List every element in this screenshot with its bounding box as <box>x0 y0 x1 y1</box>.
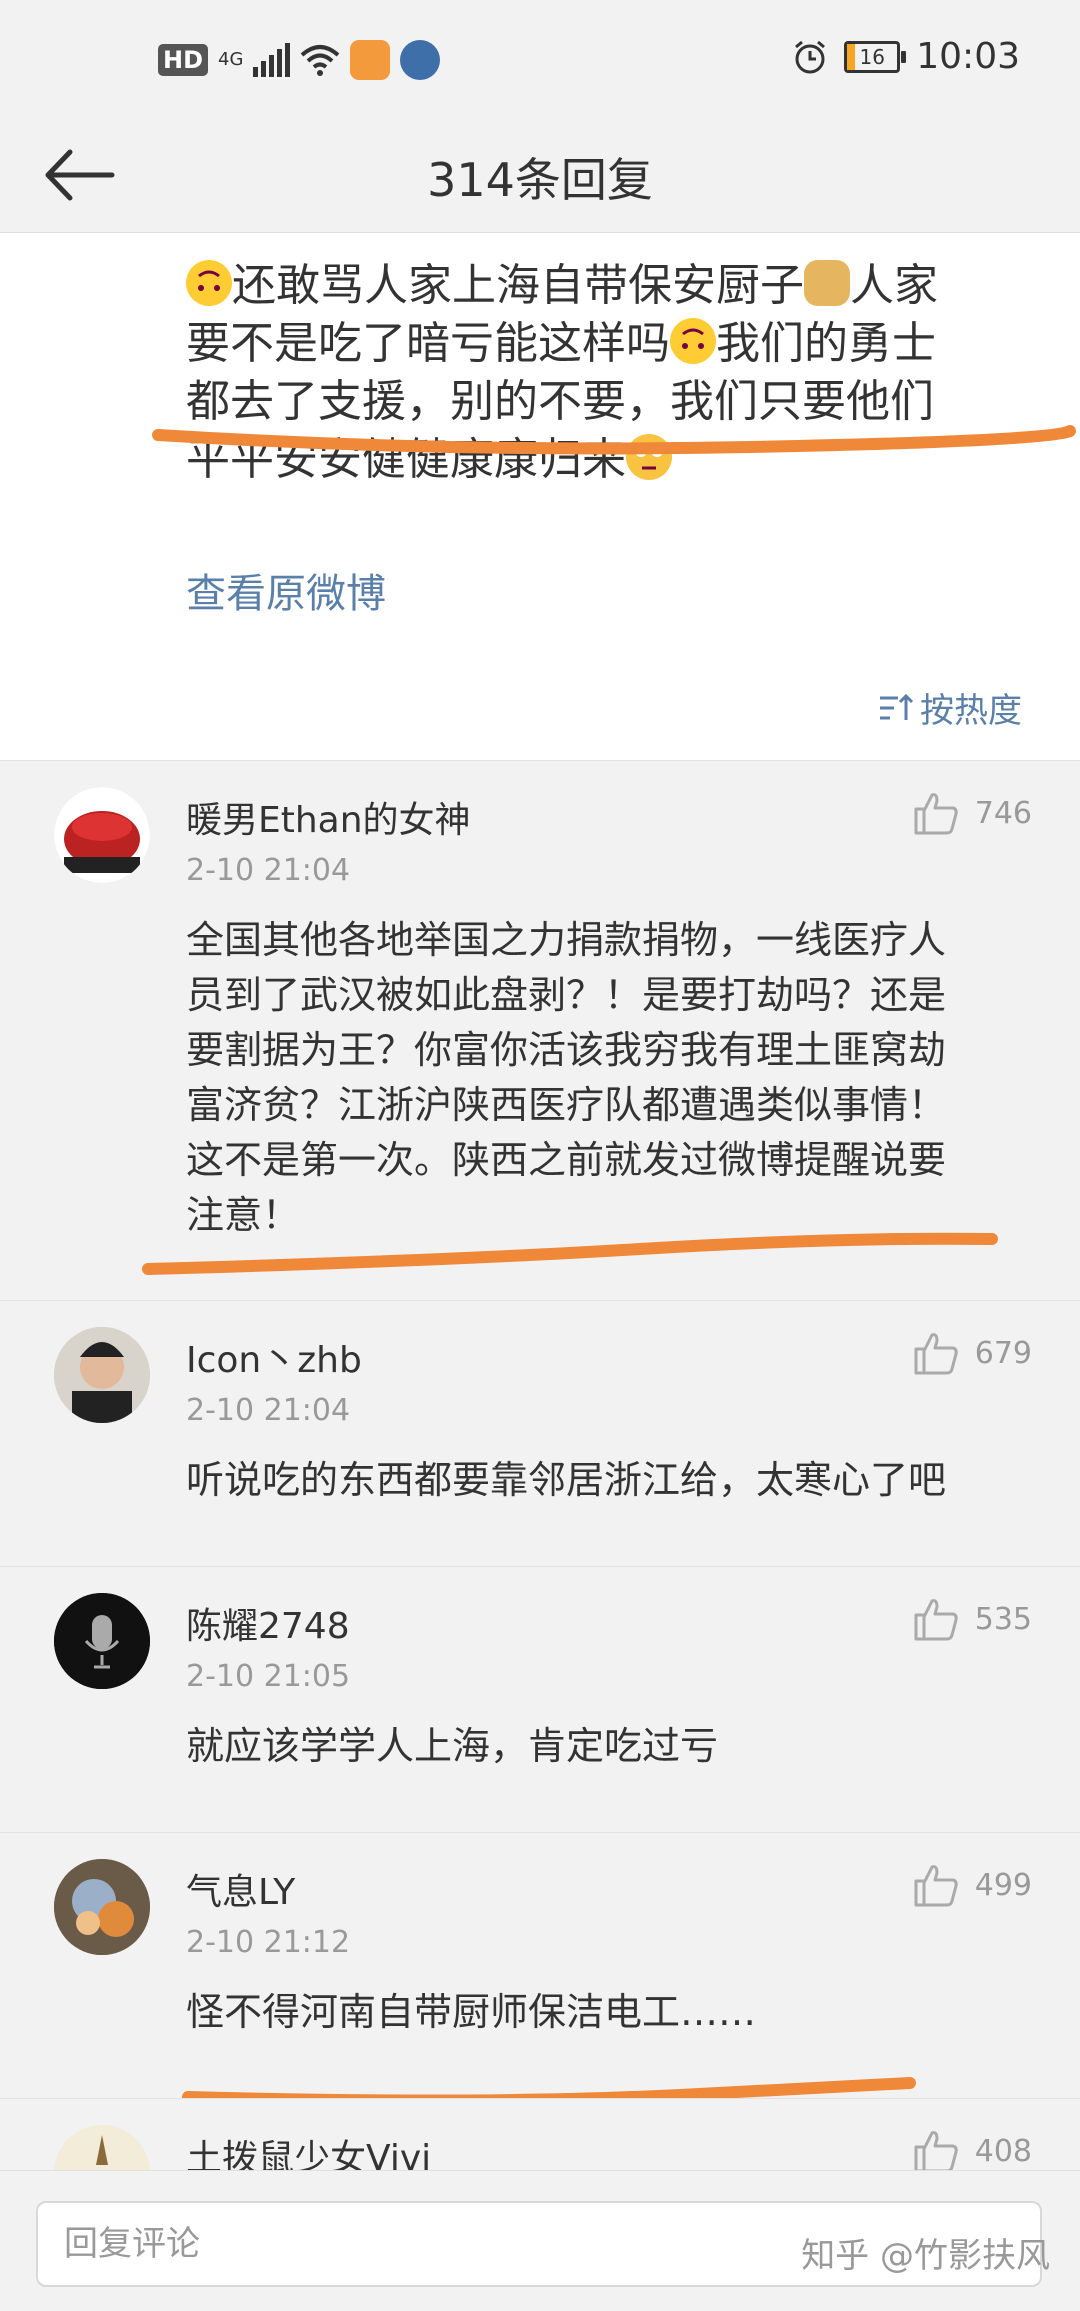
clock: 10:03 <box>916 36 1020 77</box>
avatar[interactable] <box>54 787 150 883</box>
battery-level: 16 <box>859 44 885 69</box>
like-count: 408 <box>974 2133 1032 2169</box>
like-count: 746 <box>974 795 1032 831</box>
comment-time: 2-10 21:04 <box>186 1393 351 1428</box>
comment-time: 2-10 21:05 <box>186 1659 351 1694</box>
comment-item: 气息LY 2-10 21:12 499 怪不得河南自带厨师保洁电工…… <box>0 1832 1080 2107</box>
comment-author[interactable]: Icon丶zhb <box>186 1331 362 1383</box>
thumbs-up-icon <box>914 1865 958 1907</box>
signal-icon <box>253 43 291 77</box>
avatar[interactable] <box>54 1327 150 1423</box>
watermark: 知乎 @竹影扶风 <box>801 2236 1050 2276</box>
alarm-icon <box>795 40 826 73</box>
uc-browser-icon <box>350 40 391 80</box>
avatar[interactable] <box>54 1859 150 1955</box>
sort-icon <box>880 693 914 720</box>
comment-item: 暖男Ethan的女神 2-10 21:04 746 全国其他各地举国之力捐款捐物… <box>0 760 1080 1301</box>
thumbs-up-icon <box>914 2131 958 2171</box>
thumbs-up-icon <box>914 1333 958 1375</box>
post-text: 还敢骂人家上海自带保安厨子 人家 要不是吃了暗亏能这样吗 我们的勇士 都去了支援，… <box>186 260 938 485</box>
wifi-icon <box>301 45 340 76</box>
comment-text: 听说吃的东西都要靠邻居浙江给，太寒心了吧 <box>186 1458 947 1502</box>
comment-item: 陈耀2748 2-10 21:05 535 就应该学学人上海，肯定吃过亏 <box>0 1566 1080 1833</box>
view-original-post-link[interactable]: 查看原微博 <box>186 561 386 619</box>
avatar[interactable] <box>54 1593 150 1689</box>
china-daily-icon <box>400 40 441 80</box>
like-button[interactable]: 499 <box>913 1863 1032 1907</box>
comment-author[interactable]: 暖男Ethan的女神 <box>186 791 471 843</box>
battery-icon: 16 <box>844 40 907 73</box>
comment-author[interactable]: 土拨鼠少女Vivi <box>186 2129 431 2171</box>
like-button[interactable]: 535 <box>913 1597 1032 1641</box>
sort-by-hot-button[interactable]: 按热度 <box>878 683 1022 732</box>
comment-time: 2-10 21:04 <box>186 853 351 888</box>
sort-label: 按热度 <box>920 691 1022 731</box>
like-count: 535 <box>974 1601 1032 1637</box>
comment-item: Icon丶zhb 2-10 21:04 679 听说吃的东西都要靠邻居浙江给，太… <box>0 1300 1080 1567</box>
comment-text: 就应该学学人上海，肯定吃过亏 <box>186 1724 719 1768</box>
avatar[interactable] <box>54 2125 150 2171</box>
like-count: 499 <box>974 1867 1032 1903</box>
hd-indicator: HD <box>158 44 209 76</box>
comment-text: 全国其他各地举国之力捐款捐物，一线医疗人 员到了武汉被如此盘剥？！是要打劫吗？还… <box>186 918 947 1237</box>
thumbs-up-icon <box>914 1599 958 1641</box>
like-button[interactable]: 746 <box>913 791 1032 835</box>
comment-text: 怪不得河南自带厨师保洁电工…… <box>186 1990 757 2034</box>
eye-roll-emoji-icon <box>626 434 672 480</box>
status-bar: HD 4G 16 10:03 <box>0 0 1080 120</box>
person-emoji-icon <box>804 260 850 306</box>
upside-down-face-emoji-icon <box>670 318 716 364</box>
comment-item: 土拨鼠少女Vivi 408 <box>0 2098 1080 2171</box>
comment-author[interactable]: 陈耀2748 <box>186 1597 350 1649</box>
like-count: 679 <box>974 1335 1032 1371</box>
page-title: 314条回复 <box>427 153 653 207</box>
like-button[interactable]: 679 <box>913 1331 1032 1375</box>
like-button[interactable]: 408 <box>913 2129 1032 2171</box>
network-type: 4G <box>218 49 244 70</box>
upside-down-face-emoji-icon <box>186 260 232 306</box>
thumbs-up-icon <box>914 793 958 835</box>
original-post: 还敢骂人家上海自带保安厨子 人家 要不是吃了暗亏能这样吗 我们的勇士 都去了支援，… <box>0 233 1080 760</box>
comment-author[interactable]: 气息LY <box>186 1863 295 1915</box>
comment-time: 2-10 21:12 <box>186 1925 351 1960</box>
nav-bar: 314条回复 <box>0 120 1080 233</box>
